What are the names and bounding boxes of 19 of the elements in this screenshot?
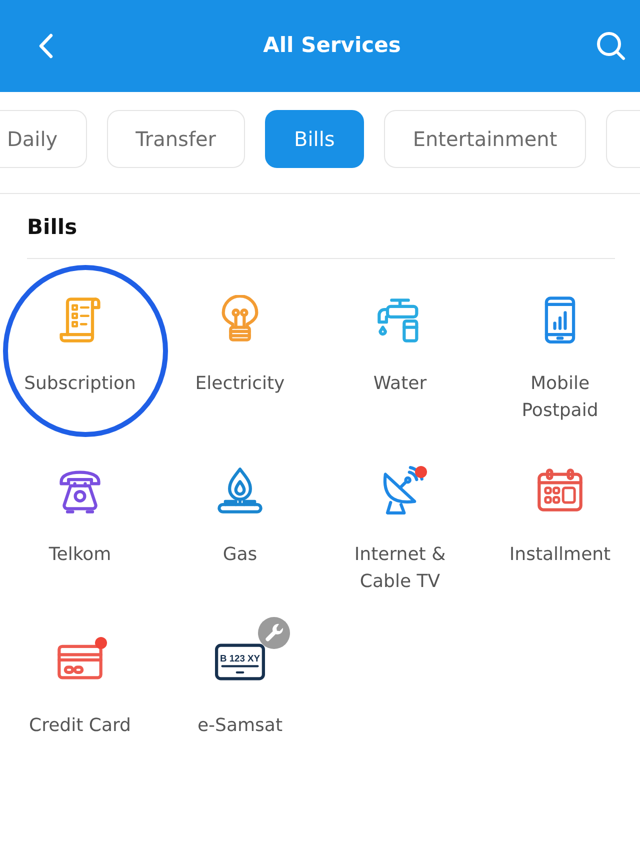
page-title: All Services <box>263 33 401 59</box>
category-tab[interactable]: Daily <box>0 110 87 168</box>
service-label[interactable]: Subscription <box>24 370 136 397</box>
service-label[interactable]: Telkom <box>48 541 112 568</box>
service-label[interactable]: Electricity <box>195 370 285 397</box>
service-label[interactable]: Credit Card <box>29 712 131 739</box>
service-label[interactable]: Internet & Cable TV <box>336 541 464 595</box>
back-icon[interactable] <box>38 33 54 59</box>
section-title: Bills <box>27 215 78 239</box>
service-label[interactable]: Gas <box>222 541 258 568</box>
category-tab[interactable]: Transfer <box>106 110 246 168</box>
service-label[interactable]: Installment <box>509 541 611 568</box>
gas-flame-icon[interactable] <box>215 466 265 516</box>
service-label[interactable]: Mobile Postpaid <box>496 370 624 424</box>
search-icon[interactable] <box>596 31 626 61</box>
category-tab[interactable]: Entertainment <box>384 110 586 168</box>
plate-number: B 123 XY <box>220 653 260 664</box>
service-label[interactable]: Water <box>373 370 427 397</box>
service-label[interactable]: e-Samsat <box>197 712 283 739</box>
